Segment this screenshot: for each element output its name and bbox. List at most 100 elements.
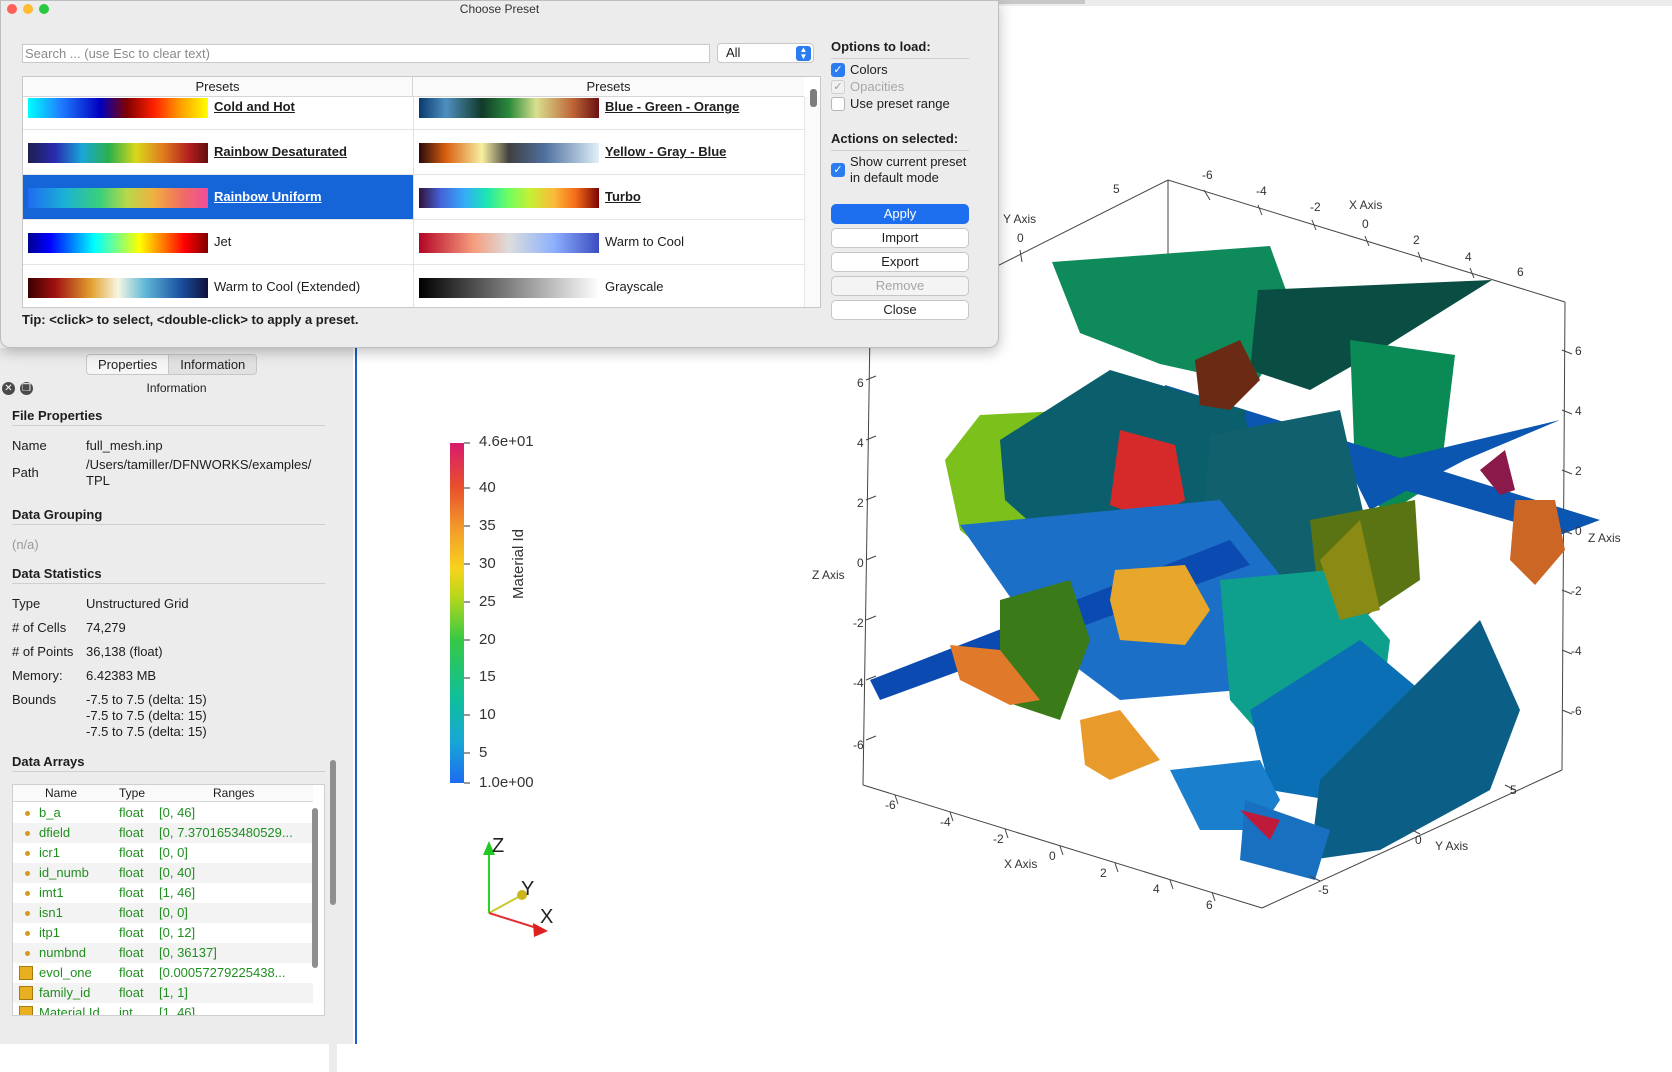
col-ranges[interactable]: Ranges — [213, 786, 254, 800]
opacities-checkbox[interactable]: ✓ — [831, 80, 845, 94]
point-data-icon — [25, 951, 30, 956]
point-data-icon — [25, 911, 30, 916]
col-name[interactable]: Name — [45, 786, 77, 800]
zoom-window-icon[interactable] — [39, 4, 49, 14]
opacities-label: Opacities — [850, 79, 905, 94]
array-name: numbnd — [39, 945, 86, 960]
preset-row[interactable]: Cold and Hot — [23, 85, 413, 130]
cube-left-z-tick: -6 — [853, 738, 864, 752]
array-type: float — [119, 945, 144, 960]
array-type: float — [119, 845, 144, 860]
preset-name: Grayscale — [605, 279, 664, 294]
preset-swatch — [419, 278, 599, 298]
array-type: float — [119, 985, 144, 1000]
cube-right-z-tick: 4 — [1575, 404, 1582, 418]
colors-checkbox[interactable]: ✓ — [831, 63, 845, 77]
preset-swatch — [419, 188, 599, 208]
preset-filter-select[interactable]: All ▲ ▼ — [717, 43, 814, 63]
array-type: float — [119, 885, 144, 900]
preset-name: Cold and Hot — [214, 99, 295, 114]
use-preset-range-checkbox[interactable] — [831, 97, 845, 111]
table-scrollbar-thumb[interactable] — [312, 808, 318, 968]
cube-top-x-tick: 4 — [1465, 250, 1472, 264]
table-row[interactable]: dfield float [0, 7.3701653480529... — [13, 823, 313, 843]
name-value: full_mesh.inp — [86, 438, 163, 453]
array-range: [0, 0] — [159, 845, 188, 860]
cube-bottom-y-title: Y Axis — [1435, 839, 1469, 853]
cube-bottom-y-tick: 5 — [1510, 783, 1517, 797]
cube-top-y-tick-5: 5 — [1113, 182, 1120, 196]
tab-properties[interactable]: Properties — [87, 355, 168, 374]
array-type: float — [119, 925, 144, 940]
preset-name: Warm to Cool — [605, 234, 684, 249]
preset-name: Rainbow Uniform — [214, 189, 322, 204]
preset-name: Rainbow Desaturated — [214, 144, 347, 159]
preset-swatch — [419, 233, 599, 253]
apply-button[interactable]: Apply — [831, 204, 969, 224]
point-data-icon — [25, 851, 30, 856]
cube-left-z-tick: 2 — [857, 496, 864, 510]
show-current-preset-checkbox[interactable]: ✓ — [831, 163, 845, 177]
preset-row[interactable]: Jet — [23, 220, 413, 265]
cell-data-icon — [19, 1006, 33, 1015]
import-button[interactable]: Import — [831, 228, 969, 248]
preset-list[interactable]: Presets Presets Cold and Hot Rainbow Desa… — [22, 76, 821, 308]
table-row[interactable]: icr1 float [0, 0] — [13, 843, 313, 863]
preset-row[interactable]: Warm to Cool — [414, 220, 804, 265]
remove-button[interactable]: Remove — [831, 276, 969, 296]
cells-label: # of Cells — [12, 620, 67, 635]
minimize-window-icon[interactable] — [23, 4, 33, 14]
path-value-line2: TPL — [86, 473, 110, 488]
preset-row[interactable]: Blue - Green - Orange — [414, 85, 804, 130]
close-button[interactable]: Close — [831, 300, 969, 320]
col-type[interactable]: Type — [119, 786, 145, 800]
close-window-icon[interactable] — [7, 4, 17, 14]
panel-scrollbar[interactable] — [329, 756, 337, 1072]
table-row[interactable]: Material Id int [1, 46] — [13, 1003, 313, 1015]
preset-row[interactable]: Grayscale — [414, 265, 804, 307]
section-data-statistics: Data Statistics — [12, 566, 102, 581]
tab-information[interactable]: Information — [168, 355, 257, 374]
section-data-grouping: Data Grouping — [12, 507, 103, 522]
cells-value: 74,279 — [86, 620, 126, 635]
array-range: [0, 7.3701653480529... — [159, 825, 293, 840]
section-file-properties: File Properties — [12, 408, 103, 423]
table-row[interactable]: family_id float [1, 1] — [13, 983, 313, 1003]
table-row[interactable]: itp1 float [0, 12] — [13, 923, 313, 943]
array-range: [0.00057279225438... — [159, 965, 286, 980]
table-row[interactable]: isn1 float [0, 0] — [13, 903, 313, 923]
table-row[interactable]: evol_one float [0.00057279225438... — [13, 963, 313, 983]
preset-row[interactable]: Yellow - Gray - Blue — [414, 130, 804, 175]
array-range: [1, 46] — [159, 885, 196, 900]
data-arrays-table[interactable]: Name Type Ranges b_a float [0, 46] dfield fl… — [12, 784, 325, 1016]
type-value: Unstructured Grid — [86, 596, 189, 611]
bounds-label: Bounds — [12, 692, 57, 707]
cube-right-z-tick: 6 — [1575, 344, 1582, 358]
table-row[interactable]: id_numb float [0, 40] — [13, 863, 313, 883]
array-name: b_a — [39, 805, 61, 820]
cube-bottom-x-tick: 2 — [1100, 866, 1107, 880]
point-data-icon — [25, 891, 30, 896]
cube-bottom-x-tick: -2 — [993, 832, 1004, 846]
table-row[interactable]: imt1 float [1, 46] — [13, 883, 313, 903]
point-data-icon — [25, 871, 30, 876]
array-range: [0, 40] — [159, 865, 196, 880]
preset-row[interactable]: Warm to Cool (Extended) — [23, 265, 413, 307]
table-row[interactable]: numbnd float [0, 36137] — [13, 943, 313, 963]
preset-list-scrollbar[interactable] — [804, 97, 820, 307]
preset-row[interactable]: Rainbow Uniform — [23, 175, 413, 220]
point-data-icon — [25, 811, 30, 816]
export-button[interactable]: Export — [831, 252, 969, 272]
array-range: [0, 0] — [159, 905, 188, 920]
panel-title: Information — [146, 381, 207, 395]
points-label: # of Points — [12, 644, 74, 659]
table-row[interactable]: b_a float [0, 46] — [13, 803, 313, 823]
preset-row[interactable]: Rainbow Desaturated — [23, 130, 413, 175]
preset-list-scroll-thumb[interactable] — [810, 89, 817, 107]
preset-name: Jet — [214, 234, 232, 249]
cube-right-z-tick: 2 — [1575, 464, 1582, 478]
preset-row[interactable]: Turbo — [414, 175, 804, 220]
preset-name: Blue - Green - Orange — [605, 99, 740, 114]
colors-label: Colors — [850, 62, 888, 77]
preset-search-input[interactable]: Search ... (use Esc to clear text) — [22, 44, 710, 63]
